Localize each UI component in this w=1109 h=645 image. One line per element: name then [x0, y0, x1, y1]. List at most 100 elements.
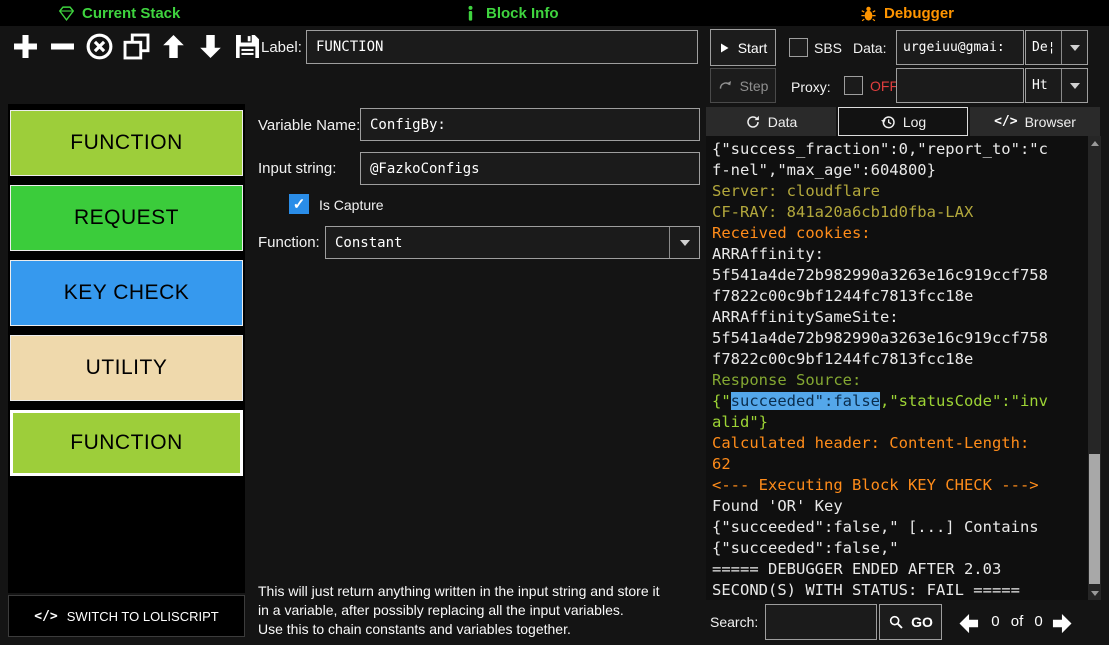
proxy-caption: Proxy: — [791, 79, 831, 95]
next-match-button[interactable] — [1046, 608, 1078, 638]
log-line: 62 — [712, 454, 1085, 475]
step-button[interactable]: Step — [710, 68, 776, 103]
log-line: {"succeeded":false," — [712, 538, 1085, 559]
label-input[interactable] — [306, 30, 698, 64]
scroll-down-button[interactable] — [1088, 586, 1101, 600]
tab-data-label: Data — [768, 114, 798, 130]
block-info-header: Block Info — [462, 0, 559, 26]
tab-log-label: Log — [903, 114, 926, 130]
proxy-input[interactable] — [896, 68, 1024, 103]
log-line: {"succeeded":false,"statusCode":"inv — [712, 391, 1085, 412]
move-up-button[interactable] — [156, 28, 190, 64]
log-line: ===== DEBUGGER ENDED AFTER 2.03 — [712, 559, 1085, 580]
step-label: Step — [740, 78, 769, 94]
add-block-button[interactable] — [8, 28, 42, 64]
stack-block-function[interactable]: FUNCTION — [10, 110, 243, 176]
delete-block-button[interactable] — [82, 28, 116, 64]
start-label: Start — [738, 40, 768, 56]
triangle-down-icon — [1091, 591, 1099, 596]
log-scrollbar[interactable] — [1088, 136, 1101, 600]
stack-block-request[interactable]: REQUEST — [10, 185, 243, 251]
switch-button-label: SWITCH TO LOLISCRIPT — [67, 609, 219, 624]
tab-log[interactable]: Log — [838, 107, 968, 136]
tab-data[interactable]: Data — [706, 107, 836, 136]
switch-to-loliscript-button[interactable]: </> SWITCH TO LOLISCRIPT — [8, 595, 245, 637]
scroll-thumb[interactable] — [1089, 454, 1100, 584]
clone-block-button[interactable] — [119, 28, 153, 64]
search-caption: Search: — [710, 614, 758, 630]
log-line: 5f541a4de72b982990a3263e16c919ccf758 — [712, 328, 1085, 349]
variable-name-input[interactable] — [360, 108, 700, 141]
label-caption: Label: — [261, 39, 302, 56]
log-line: Received cookies: — [712, 223, 1085, 244]
log-line: SECOND(S) WITH STATUS: FAIL ===== — [712, 580, 1085, 600]
chevron-down-icon — [1061, 31, 1087, 64]
circle-x-icon — [85, 32, 114, 61]
refresh-icon — [745, 114, 761, 130]
plus-icon — [11, 32, 40, 61]
log-line: Server: cloudflare — [712, 181, 1085, 202]
stack-block-key-check[interactable]: KEY CHECK — [10, 260, 243, 326]
proxy-status: OFF — [870, 78, 898, 94]
log-line: ARRAffinitySameSite: — [712, 307, 1085, 328]
log-line: {"succeeded":false," [...] Contains — [712, 517, 1085, 538]
log-line: {"success_fraction":0,"report_to":"c — [712, 139, 1085, 160]
sbs-checkbox[interactable] — [789, 38, 808, 57]
log-line: Found 'OR' Key — [712, 496, 1085, 517]
block-stack: FUNCTION REQUEST KEY CHECK UTILITY FUNCTION — [8, 104, 245, 593]
data-type-value: De¦ — [1026, 31, 1061, 64]
start-button[interactable]: Start — [710, 29, 776, 66]
is-capture-checkbox[interactable]: ✓ — [289, 194, 309, 214]
prev-match-button[interactable] — [952, 608, 984, 638]
go-label: GO — [911, 614, 933, 630]
input-string-input[interactable] — [360, 152, 700, 185]
log-line: <--- Executing Block KEY CHECK ---> — [712, 475, 1085, 496]
arrow-down-icon — [196, 32, 225, 61]
go-button[interactable]: GO — [879, 604, 942, 640]
log-line: alid"} — [712, 412, 1085, 433]
move-down-button[interactable] — [193, 28, 227, 64]
function-dropdown[interactable]: Constant — [325, 226, 700, 259]
log-line: f-nel","max_age":604800} — [712, 160, 1085, 181]
current-stack-title: Current Stack — [82, 5, 180, 22]
debugger-title: Debugger — [884, 5, 954, 22]
log-line: Calculated header: Content-Length: — [712, 433, 1085, 454]
function-caption: Function: — [258, 234, 320, 251]
arrow-left-icon — [955, 610, 982, 637]
scroll-up-button[interactable] — [1088, 136, 1101, 150]
stack-block-utility[interactable]: UTILITY — [10, 335, 243, 401]
log-panel: {"success_fraction":0,"report_to":"cf-ne… — [706, 136, 1101, 600]
block-info-title: Block Info — [486, 5, 559, 22]
proxy-type-dropdown[interactable]: Ht — [1025, 68, 1088, 103]
log-line: 5f541a4de72b982990a3263e16c919ccf758 — [712, 265, 1085, 286]
variable-name-caption: Variable Name: — [258, 117, 360, 134]
proxy-checkbox[interactable] — [844, 76, 863, 95]
stack-block-function[interactable]: FUNCTION — [10, 410, 243, 476]
top-header: Current Stack Block Info Debugger — [0, 0, 1109, 26]
log-line: f7822c00c9bf1244fc7813fcc18e — [712, 286, 1085, 307]
sbs-label: SBS — [814, 40, 842, 56]
current-stack-header: Current Stack — [58, 0, 180, 26]
stack-toolbar — [8, 28, 264, 64]
save-icon — [233, 32, 262, 61]
match-counter: 0 of 0 — [986, 613, 1048, 630]
play-icon — [719, 41, 731, 55]
search-icon — [888, 614, 904, 630]
input-string-caption: Input string: — [258, 160, 336, 177]
tab-browser[interactable]: </> Browser — [970, 107, 1100, 136]
tab-browser-label: Browser — [1025, 114, 1076, 130]
arrow-right-icon — [1049, 610, 1076, 637]
chevron-down-icon — [1061, 69, 1087, 102]
function-value: Constant — [326, 227, 669, 258]
history-icon — [880, 114, 896, 130]
save-stack-button[interactable] — [230, 28, 264, 64]
data-caption: Data: — [853, 40, 886, 56]
remove-block-button[interactable] — [45, 28, 79, 64]
search-input[interactable] — [765, 604, 877, 640]
data-type-dropdown[interactable]: De¦ — [1025, 30, 1088, 65]
log-line: Response Source: — [712, 370, 1085, 391]
app-root: Current Stack Block Info Debugger — [0, 0, 1109, 645]
data-input[interactable] — [896, 30, 1024, 65]
minus-icon — [48, 32, 77, 61]
stack-icon — [58, 5, 75, 22]
